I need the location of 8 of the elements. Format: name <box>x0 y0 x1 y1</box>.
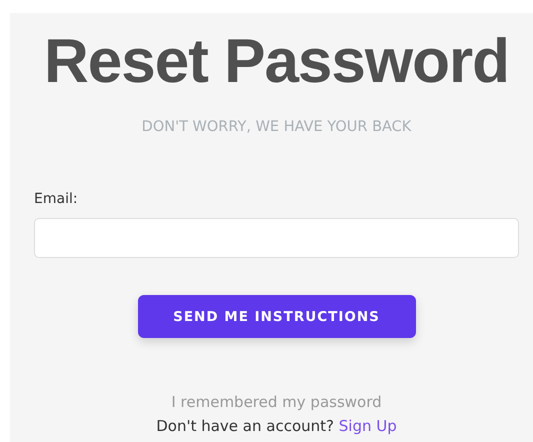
sign-up-link[interactable]: Sign Up <box>338 417 397 436</box>
email-input-field[interactable] <box>34 218 519 258</box>
signup-prompt: Don't have an account? Sign Up <box>156 417 397 436</box>
email-label: Email: <box>34 190 79 210</box>
page-title: Reset Password <box>43 26 510 98</box>
send-instructions-button[interactable]: SEND ME INSTRUCTIONS <box>138 295 416 338</box>
remembered-password-link[interactable]: I remembered my password <box>171 393 382 412</box>
subtitle: DON'T WORRY, WE HAVE YOUR BACK <box>140 118 412 138</box>
